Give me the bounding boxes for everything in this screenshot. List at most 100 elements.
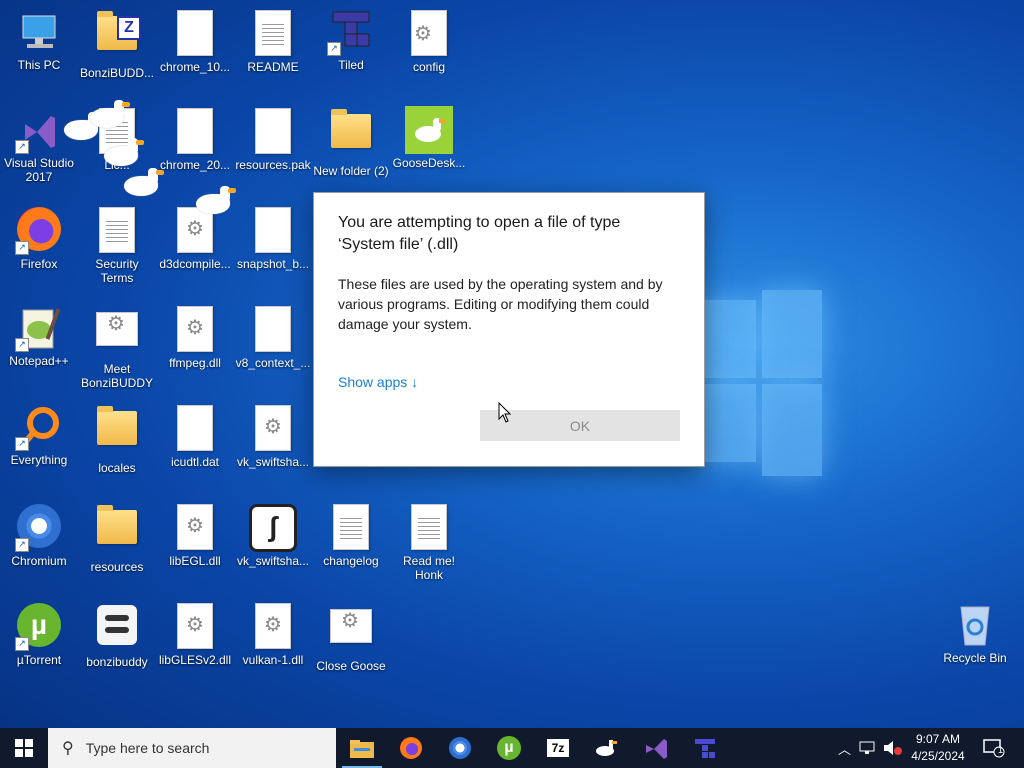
- desktop-icon-vulkan-dll[interactable]: ⚙ vulkan-1.dll: [235, 601, 311, 667]
- open-file-dialog: You are attempting to open a file of typ…: [313, 192, 705, 467]
- computer-icon: [15, 8, 63, 56]
- goose-sprite: [124, 168, 164, 198]
- dll-file-icon: ⚙: [171, 306, 219, 354]
- firefox-icon: ↗: [15, 207, 63, 255]
- desktop-icon-snapshot-blob[interactable]: snapshot_b...: [235, 205, 311, 271]
- file-explorer-icon: [350, 740, 374, 758]
- file-icon: [171, 10, 219, 58]
- chevron-up-icon[interactable]: ︿: [838, 739, 851, 758]
- desktop-icon-tiled[interactable]: ↗ Tiled: [313, 8, 389, 72]
- network-icon[interactable]: [859, 741, 877, 755]
- desktop-icon-goose-desktop[interactable]: GooseDesk...: [391, 106, 467, 170]
- desktop-icon-v8-context[interactable]: v8_context_...: [235, 304, 311, 370]
- desktop-icon-bonzibuddy[interactable]: bonzibuddy: [79, 601, 155, 669]
- json-file-icon: ʃ: [249, 504, 297, 552]
- dll-file-icon: ⚙: [171, 603, 219, 651]
- mouse-cursor-icon: [498, 402, 512, 423]
- recycle-bin-icon: [951, 601, 999, 649]
- desktop-icon-vk-swiftshader-json[interactable]: ʃ vk_swiftsha...: [235, 502, 311, 568]
- tiled-icon: [695, 739, 715, 758]
- desktop-icon-config[interactable]: ⚙ config: [391, 8, 467, 74]
- desktop-icon-firefox[interactable]: ↗ Firefox: [1, 205, 77, 271]
- taskbar-goose[interactable]: [583, 728, 631, 768]
- dll-file-icon: ⚙: [249, 603, 297, 651]
- dialog-body: These files are used by the operating sy…: [338, 276, 663, 332]
- taskbar-tiled[interactable]: [681, 728, 729, 768]
- desktop-icon-everything[interactable]: ↗ Everything: [1, 403, 77, 467]
- goose-icon: [405, 106, 453, 154]
- settings-file-icon: ⚙: [327, 609, 375, 657]
- taskbar-file-explorer[interactable]: [338, 728, 386, 768]
- goose-icon: [596, 740, 617, 756]
- desktop-icon-libglesv2[interactable]: ⚙ libGLESv2.dll: [157, 601, 233, 667]
- file-icon: [249, 108, 297, 156]
- firefox-icon: [400, 737, 422, 759]
- dialog-title: You are attempting to open a file of typ…: [338, 214, 621, 253]
- desktop-icon-security-terms[interactable]: Security Terms: [79, 205, 155, 285]
- notepad-plus-plus-icon: ↗: [15, 304, 63, 352]
- action-center-button[interactable]: 1: [972, 728, 1016, 768]
- windows-icon: [15, 739, 33, 757]
- document-icon: [327, 504, 375, 552]
- goose-sprite: [90, 100, 130, 130]
- desktop-icon-new-folder-2[interactable]: New folder (2): [313, 106, 389, 178]
- utorrent-icon: µ ↗: [15, 603, 63, 651]
- folder-icon: [327, 109, 375, 162]
- desktop-icon-this-pc[interactable]: This PC: [1, 8, 77, 72]
- start-button[interactable]: [0, 728, 48, 768]
- taskbar-clock[interactable]: 9:07 AM 4/25/2024: [902, 731, 974, 765]
- magnifier-icon: ↗: [15, 403, 63, 451]
- desktop-icon-locales[interactable]: locales: [79, 403, 155, 475]
- desktop-icon-close-goose[interactable]: ⚙ Close Goose: [313, 601, 389, 673]
- desktop-icon-utorrent[interactable]: µ ↗ µTorrent: [1, 601, 77, 667]
- desktop-icon-resources[interactable]: resources: [79, 502, 155, 574]
- taskbar-search-box[interactable]: ⚲ Type here to search: [48, 728, 336, 768]
- taskbar-utorrent[interactable]: µ: [485, 728, 533, 768]
- folder-icon: [93, 406, 141, 459]
- file-icon: [171, 108, 219, 156]
- clock-time: 9:07 AM: [915, 732, 961, 746]
- document-icon: [405, 504, 453, 552]
- windows-logo-wallpaper: [700, 290, 822, 480]
- desktop-icon-libegl[interactable]: ⚙ libEGL.dll: [157, 502, 233, 568]
- taskbar-firefox[interactable]: [387, 728, 435, 768]
- desktop-icon-vk-swiftshader-dll[interactable]: ⚙ vk_swiftsha...: [235, 403, 311, 469]
- zip-folder-icon: Z: [93, 11, 141, 64]
- system-tray: ︿: [838, 728, 903, 768]
- chromium-icon: [449, 737, 471, 759]
- desktop-icon-changelog[interactable]: changelog: [313, 502, 389, 568]
- desktop-icon-bonzibuddy-folder[interactable]: Z BonziBUDD...: [79, 8, 155, 80]
- clock-date: 4/25/2024: [911, 749, 965, 763]
- file-icon: [171, 405, 219, 453]
- desktop-icon-chrome-20[interactable]: chrome_20...: [157, 106, 233, 172]
- dll-file-icon: ⚙: [171, 504, 219, 552]
- desktop-icon-ffmpeg[interactable]: ⚙ ffmpeg.dll: [157, 304, 233, 370]
- notification-count: 1: [998, 745, 1004, 755]
- desktop-icon-readme[interactable]: README: [235, 8, 311, 74]
- chromium-icon: ↗: [15, 504, 63, 552]
- volume-muted-icon[interactable]: [883, 740, 903, 756]
- visual-studio-icon: [646, 739, 667, 759]
- desktop-icon-icudtl[interactable]: icudtl.dat: [157, 403, 233, 469]
- file-icon: [249, 306, 297, 354]
- desktop-icon-resources-pak[interactable]: resources.pak: [235, 106, 311, 172]
- file-icon: [249, 207, 297, 255]
- search-placeholder: Type here to search: [85, 740, 210, 756]
- visual-studio-icon: ↗: [15, 106, 63, 154]
- document-icon: [93, 207, 141, 255]
- document-icon: [249, 10, 297, 58]
- desktop-icon-read-me-honk[interactable]: Read me! Honk: [391, 502, 467, 582]
- desktop-icon-notepad-plus-plus[interactable]: ↗ Notepad++: [1, 304, 77, 368]
- settings-file-icon: ⚙: [93, 312, 141, 360]
- goose-sprite: [196, 186, 236, 216]
- taskbar: ⚲ Type here to search µ 7z ︿ 9:07 AM 4/2…: [0, 728, 1024, 768]
- desktop-icon-meet-bonzibuddy[interactable]: ⚙ Meet BonziBUDDY: [79, 304, 155, 390]
- desktop-icon-chromium[interactable]: ↗ Chromium: [1, 502, 77, 568]
- search-icon: ⚲: [62, 740, 74, 757]
- show-apps-link[interactable]: Show apps ↓: [338, 374, 418, 390]
- taskbar-chromium[interactable]: [436, 728, 484, 768]
- desktop-icon-chrome-10[interactable]: chrome_10...: [157, 8, 233, 74]
- taskbar-7zip[interactable]: 7z: [534, 728, 582, 768]
- desktop-icon-recycle-bin[interactable]: Recycle Bin: [937, 601, 1013, 665]
- taskbar-visual-studio[interactable]: [632, 728, 680, 768]
